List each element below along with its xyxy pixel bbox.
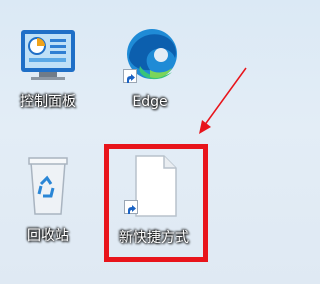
- annotation-arrow-icon: [199, 67, 247, 134]
- desktop: 控制面板 Edge 回收站 新快捷方式: [0, 0, 269, 284]
